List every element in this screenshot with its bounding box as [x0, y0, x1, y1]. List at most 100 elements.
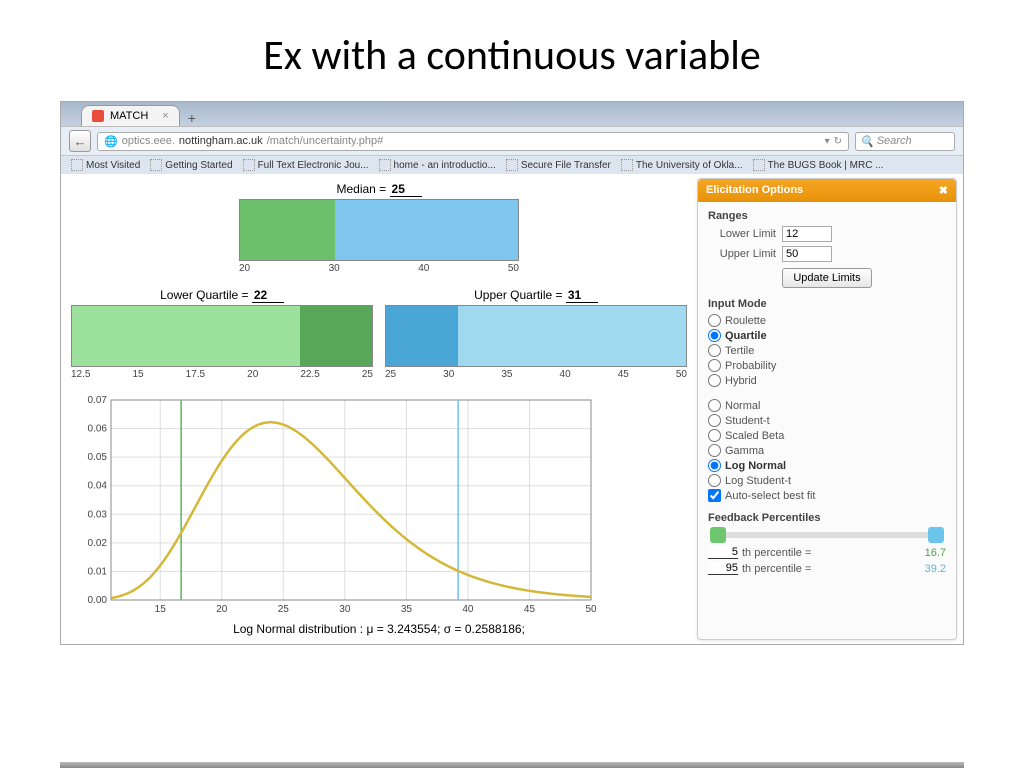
input-mode-label: Roulette — [725, 315, 766, 327]
globe-icon: 🌐 — [104, 135, 118, 148]
input-mode-radio[interactable] — [708, 329, 721, 342]
bookmark-icon — [753, 159, 765, 171]
reload-icon[interactable]: ↻ — [834, 136, 842, 147]
dist-type-radio[interactable] — [708, 414, 721, 427]
url-prefix: optics.eee. — [122, 135, 175, 147]
svg-text:25: 25 — [278, 604, 290, 615]
close-icon[interactable]: × — [162, 110, 168, 122]
back-button[interactable]: ← — [69, 130, 91, 152]
search-input[interactable]: 🔍 Search — [855, 132, 955, 151]
dist-type-radio[interactable] — [708, 429, 721, 442]
input-mode-label: Tertile — [725, 345, 754, 357]
new-tab-button[interactable]: + — [188, 110, 196, 126]
svg-text:0.06: 0.06 — [88, 424, 108, 435]
panel-title: Elicitation Options — [706, 184, 803, 197]
input-mode-radio[interactable] — [708, 374, 721, 387]
pct2-input[interactable] — [708, 562, 738, 575]
bookmark-icon — [621, 159, 633, 171]
dist-type-label: Log Normal — [725, 460, 786, 472]
bookmark-item[interactable]: Full Text Electronic Jou... — [243, 159, 369, 171]
input-mode-title: Input Mode — [708, 298, 946, 310]
panel-header: Elicitation Options ✖ — [698, 179, 956, 202]
ranges-title: Ranges — [708, 210, 946, 222]
pct2-value: 39.2 — [925, 563, 946, 575]
upper-q-label: Upper Quartile = — [474, 288, 562, 302]
lower-q-label: Lower Quartile = — [160, 288, 248, 302]
bookmark-icon — [71, 159, 83, 171]
close-icon[interactable]: ✖ — [939, 184, 948, 197]
address-bar: ← 🌐 optics.eee. nottingham.ac.uk/match/un… — [61, 126, 963, 155]
bookmark-icon — [506, 159, 518, 171]
input-mode-radio[interactable] — [708, 359, 721, 372]
pct-label-2: th percentile = — [742, 563, 811, 575]
bookmark-item[interactable]: The University of Okla... — [621, 159, 743, 171]
feedback-title: Feedback Percentiles — [708, 512, 946, 524]
auto-fit-label: Auto-select best fit — [725, 490, 816, 502]
lower-q-axis: 12.51517.52022.525 — [71, 369, 373, 380]
dist-type-label: Student-t — [725, 415, 770, 427]
bookmark-item[interactable]: Most Visited — [71, 159, 140, 171]
bookmark-icon — [379, 159, 391, 171]
lower-q-input[interactable] — [252, 288, 284, 303]
input-mode-radio[interactable] — [708, 344, 721, 357]
lower-q-bar[interactable] — [71, 305, 373, 367]
bookmark-item[interactable]: home - an introductio... — [379, 159, 496, 171]
lower-limit-label: Lower Limit — [708, 228, 776, 240]
median-axis: 20304050 — [239, 263, 519, 274]
dist-type-radio[interactable] — [708, 444, 721, 457]
browser-window: MATCH × + ← 🌐 optics.eee. nottingham.ac.u… — [60, 101, 964, 645]
upper-limit-label: Upper Limit — [708, 248, 776, 260]
upper-limit-input[interactable] — [782, 246, 832, 262]
dropdown-icon[interactable]: ▾ — [825, 136, 830, 147]
median-input[interactable] — [390, 182, 422, 197]
url-path: /match/uncertainty.php# — [267, 135, 384, 147]
median-label-row: Median = — [71, 182, 687, 197]
percentile-slider[interactable] — [710, 532, 944, 538]
url-input[interactable]: 🌐 optics.eee. nottingham.ac.uk/match/unce… — [97, 132, 849, 151]
svg-text:50: 50 — [585, 604, 597, 615]
median-bar[interactable] — [239, 199, 519, 261]
svg-text:0.04: 0.04 — [88, 481, 108, 492]
url-host: nottingham.ac.uk — [179, 135, 263, 147]
bookmarks-bar: Most Visited Getting Started Full Text Ele… — [61, 155, 963, 174]
elicitation-panel: Elicitation Options ✖ Ranges Lower Limit… — [697, 178, 957, 640]
svg-text:15: 15 — [155, 604, 167, 615]
visualization-area: Median = 20304050 Lower Quartile = 12.51… — [61, 174, 697, 644]
svg-text:20: 20 — [216, 604, 228, 615]
svg-text:45: 45 — [524, 604, 536, 615]
browser-tab[interactable]: MATCH × — [81, 105, 180, 126]
bookmark-icon — [243, 159, 255, 171]
taskbar-edge — [60, 762, 964, 768]
svg-text:30: 30 — [339, 604, 351, 615]
input-mode-label: Probability — [725, 360, 776, 372]
slide-title: Ex with a continuous variable — [0, 0, 1024, 101]
search-icon: 🔍 — [860, 135, 874, 148]
lower-limit-input[interactable] — [782, 226, 832, 242]
pct-label-1: th percentile = — [742, 547, 811, 559]
dist-type-radio[interactable] — [708, 474, 721, 487]
input-mode-label: Quartile — [725, 330, 767, 342]
slider-thumb-lower[interactable] — [710, 527, 726, 543]
svg-text:0.03: 0.03 — [88, 509, 108, 520]
svg-text:0.01: 0.01 — [88, 566, 108, 577]
search-placeholder: Search — [877, 135, 912, 147]
density-plot: 15202530354045500.000.010.020.030.040.05… — [71, 390, 687, 636]
auto-fit-checkbox[interactable] — [708, 489, 721, 502]
upper-q-input[interactable] — [566, 288, 598, 303]
distribution-caption: Log Normal distribution : μ = 3.243554; … — [71, 622, 687, 636]
density-svg: 15202530354045500.000.010.020.030.040.05… — [71, 390, 601, 620]
upper-q-bar[interactable] — [385, 305, 687, 367]
svg-text:40: 40 — [462, 604, 474, 615]
dist-type-label: Normal — [725, 400, 760, 412]
input-mode-radio[interactable] — [708, 314, 721, 327]
slider-thumb-upper[interactable] — [928, 527, 944, 543]
update-limits-button[interactable]: Update Limits — [782, 268, 871, 288]
bookmark-item[interactable]: The BUGS Book | MRC ... — [753, 159, 884, 171]
median-label: Median = — [336, 182, 386, 196]
svg-text:0.02: 0.02 — [88, 538, 108, 549]
bookmark-item[interactable]: Secure File Transfer — [506, 159, 611, 171]
bookmark-item[interactable]: Getting Started — [150, 159, 232, 171]
pct1-input[interactable] — [708, 546, 738, 559]
dist-type-radio[interactable] — [708, 399, 721, 412]
dist-type-radio[interactable] — [708, 459, 721, 472]
